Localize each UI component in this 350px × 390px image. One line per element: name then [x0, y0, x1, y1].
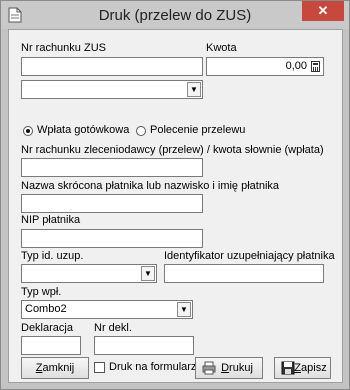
payment-type-value: Combo2 — [25, 303, 67, 315]
close-icon: ✕ — [317, 3, 329, 18]
title-bar[interactable]: Druk (przelew do ZUS) ✕ — [1, 1, 349, 29]
account-number-input[interactable] — [21, 57, 203, 76]
printer-icon — [202, 361, 216, 375]
id-type-label: Typ id. uzup. — [21, 250, 84, 262]
account-label: Nr rachunku ZUS — [21, 42, 106, 54]
save-button[interactable]: Zapisz — [274, 357, 331, 379]
amount-label: Kwota — [206, 42, 237, 54]
amount-value: 0,00 — [285, 60, 307, 72]
nip-label: NIP płatnika — [21, 214, 81, 226]
account-select[interactable]: ▼ — [21, 80, 203, 99]
supplementary-id-input[interactable] — [164, 264, 324, 283]
payment-type-label: Typ wpł. — [21, 286, 62, 298]
declaration-label: Deklaracja — [21, 322, 73, 334]
close-button[interactable]: Zamknij — [21, 357, 89, 379]
chevron-down-icon[interactable]: ▼ — [177, 302, 191, 317]
radio-cash-payment[interactable] — [23, 126, 33, 136]
principal-account-label: Nr rachunku zleceniodawcy (przelew) / kw… — [21, 144, 324, 156]
nip-input[interactable] — [21, 229, 203, 248]
print-on-form-checkbox[interactable] — [94, 362, 105, 373]
declaration-input[interactable] — [21, 336, 81, 355]
id-type-select[interactable]: ▼ — [21, 264, 157, 283]
chevron-down-icon[interactable]: ▼ — [187, 82, 201, 97]
window-title: Druk (przelew do ZUS) — [98, 7, 252, 24]
payer-name-input[interactable] — [21, 194, 203, 213]
payment-type-select[interactable]: Combo2 ▼ — [21, 300, 193, 319]
print-button[interactable]: Drukuj — [195, 357, 263, 379]
supplementary-id-label: Identyfikator uzupełniający płatnika — [164, 250, 335, 262]
decl-no-input[interactable] — [94, 336, 194, 355]
decl-no-label: Nr dekl. — [94, 322, 132, 334]
floppy-disk-icon — [281, 361, 295, 375]
dialog-window: Druk (przelew do ZUS) ✕ Nr rachunku ZUS … — [0, 0, 350, 390]
payer-name-label: Nazwa skrócona płatnika lub nazwisko i i… — [21, 180, 280, 192]
close-window-button[interactable]: ✕ — [302, 1, 344, 21]
chevron-down-icon[interactable]: ▼ — [141, 266, 155, 281]
amount-input[interactable]: 0,00 — [206, 57, 324, 76]
radio-transfer-order[interactable] — [136, 126, 146, 136]
radio-transfer-label[interactable]: Polecenie przelewu — [150, 124, 245, 136]
principal-account-input[interactable] — [21, 158, 203, 177]
form-panel: Nr rachunku ZUS Kwota 0,00 ▼ Wpłata gotó… — [8, 29, 343, 383]
calculator-icon[interactable] — [311, 61, 320, 72]
print-on-form-label[interactable]: Druk na formularzu — [109, 361, 203, 373]
radio-cash-label[interactable]: Wpłata gotówkowa — [37, 124, 129, 136]
